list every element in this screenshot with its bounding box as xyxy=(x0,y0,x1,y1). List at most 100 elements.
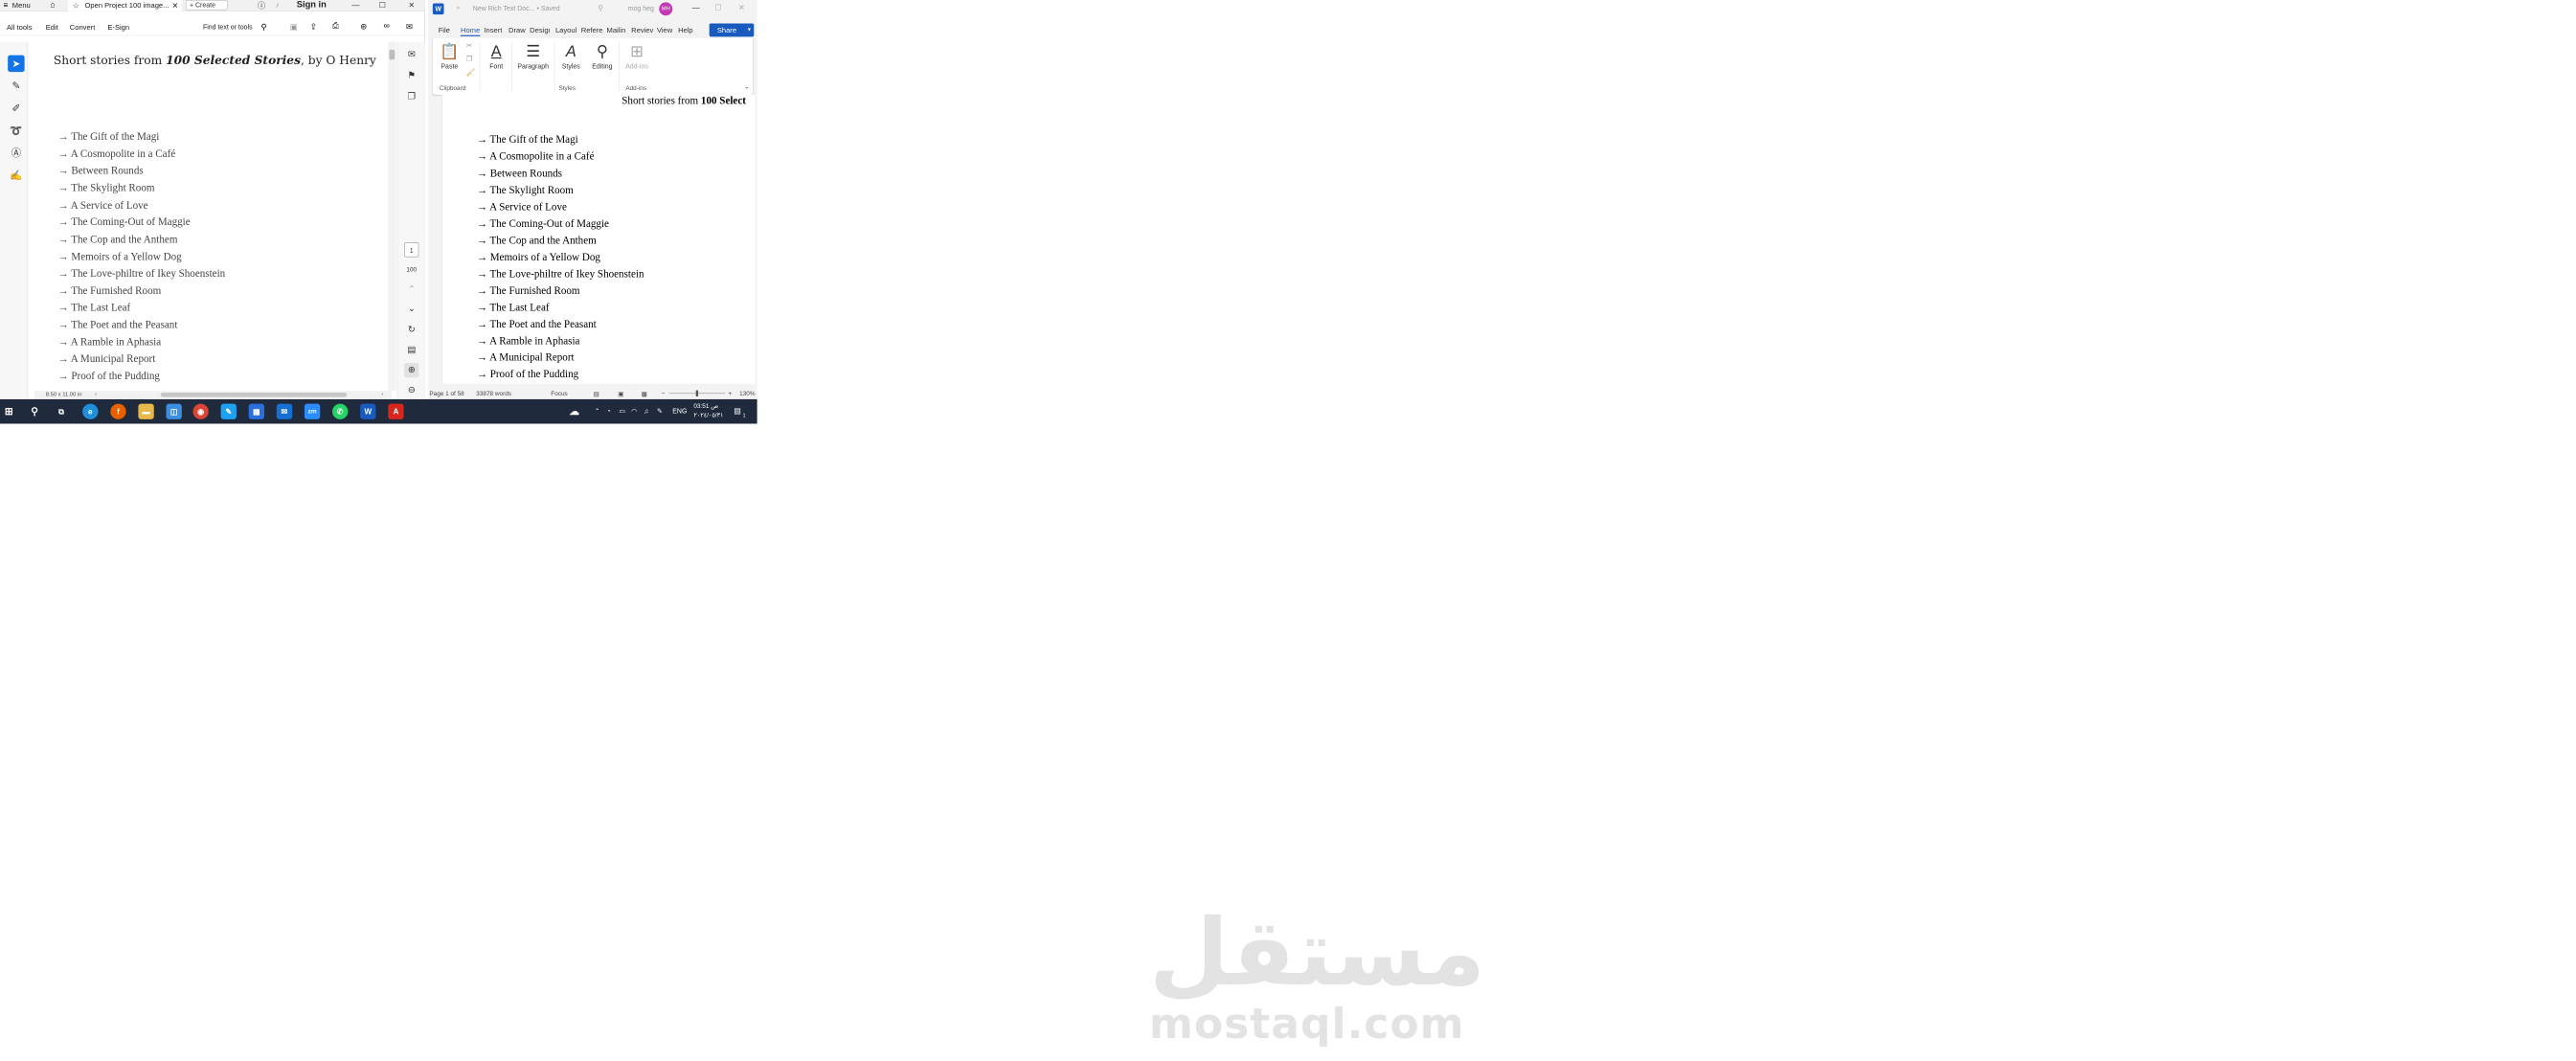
horizontal-scroll-thumb[interactable] xyxy=(160,392,348,397)
notes-app-icon[interactable]: ✎ xyxy=(220,403,237,419)
word-document-page[interactable]: Short stories from 100 Select → The Gift… xyxy=(441,94,756,384)
document-settings-icon[interactable]: ▤ xyxy=(404,343,418,357)
zoom-in-icon[interactable]: + xyxy=(728,391,732,397)
print-layout-icon[interactable]: ▣ xyxy=(618,391,623,397)
file-explorer-icon[interactable]: ▬ xyxy=(138,403,154,419)
zoom-out-icon[interactable]: ⊖ xyxy=(404,383,418,397)
pages-icon[interactable]: ❐ xyxy=(404,90,418,104)
focus-button[interactable]: Focus xyxy=(551,391,567,397)
show-hidden-icons[interactable]: ⌃ xyxy=(595,407,600,415)
menu-button[interactable]: Menu xyxy=(12,1,31,10)
pen-icon[interactable]: ✎ xyxy=(657,407,663,415)
star-icon[interactable]: ☆ xyxy=(73,0,79,11)
tab-layout[interactable]: Layoul xyxy=(555,26,576,34)
tab-insert[interactable]: Insert xyxy=(484,26,502,34)
bookmarks-icon[interactable]: ⚑ xyxy=(404,69,418,83)
chevron-down-icon[interactable]: ▾ xyxy=(748,23,751,36)
notifications-icon[interactable]: ▤ xyxy=(734,406,741,416)
hamburger-icon[interactable]: ≡ xyxy=(3,1,8,10)
comments-panel-icon[interactable]: ✉ xyxy=(404,47,418,61)
read-mode-icon[interactable]: ▤ xyxy=(594,391,599,397)
cut-icon[interactable]: ✂ xyxy=(466,41,472,50)
find-tools-field[interactable]: Find text or tools xyxy=(203,23,253,31)
add-ins-button[interactable]: ⊞ Add-ins xyxy=(622,40,651,70)
search-icon[interactable]: ⚲ xyxy=(27,404,42,419)
task-view-icon[interactable]: ⧉ xyxy=(54,404,69,419)
acrobat-app-icon[interactable]: A xyxy=(388,403,404,419)
refresh-icon[interactable]: ↻ xyxy=(404,323,418,337)
whatsapp-icon[interactable]: ✆ xyxy=(332,403,349,419)
tab-design[interactable]: Desigı xyxy=(530,26,550,34)
text-tool-icon[interactable]: Ⓐ xyxy=(8,145,24,161)
copy-icon[interactable]: ❐ xyxy=(466,55,473,63)
chrome-icon[interactable]: ◉ xyxy=(192,403,209,419)
save-icon[interactable]: ▣ xyxy=(290,22,298,32)
menu-esign[interactable]: E-Sign xyxy=(107,23,129,32)
clock-time[interactable]: 03:51 ص xyxy=(693,402,718,410)
sign-in-button[interactable]: Sign in xyxy=(297,0,327,10)
menu-all-tools[interactable]: All tools xyxy=(7,23,33,32)
calendar-app-icon[interactable]: ▦ xyxy=(248,403,265,419)
styles-button[interactable]: A Styles xyxy=(557,40,584,70)
tab-file[interactable]: File xyxy=(439,26,450,34)
tab-view[interactable]: View xyxy=(657,26,672,34)
weather-icon[interactable]: ☁ xyxy=(567,404,582,419)
zoom-out-icon[interactable]: − xyxy=(662,391,666,397)
vertical-scrollbar[interactable] xyxy=(388,41,396,392)
search-icon[interactable]: ⚲ xyxy=(261,22,267,32)
wifi-icon[interactable]: ◠ xyxy=(631,407,637,415)
language-indicator[interactable]: ENG xyxy=(672,407,687,415)
close-tab-icon[interactable]: ✕ xyxy=(172,0,179,11)
word-app-icon[interactable]: W xyxy=(360,403,376,419)
tab-help[interactable]: Help xyxy=(678,26,693,34)
menu-convert[interactable]: Convert xyxy=(70,23,96,32)
share-button[interactable]: Share ▾ xyxy=(709,23,755,37)
help-icon[interactable]: ⓘ xyxy=(258,0,265,11)
upload-icon[interactable]: ⇪ xyxy=(310,21,317,32)
create-button[interactable]: + Create xyxy=(185,0,228,11)
format-painter-icon[interactable]: 🖌 xyxy=(466,68,476,77)
tab-review[interactable]: Reviev xyxy=(631,26,653,34)
zoom-slider-thumb[interactable] xyxy=(695,390,699,397)
tab-references[interactable]: Refere xyxy=(581,26,603,34)
mail-app-icon[interactable]: ✉ xyxy=(276,403,293,419)
network-icon[interactable]: ◔ xyxy=(607,407,611,415)
zoom-level[interactable]: 130% xyxy=(739,391,755,397)
quick-access-icon[interactable]: » xyxy=(456,3,460,11)
page-down-icon[interactable]: ⌄ xyxy=(404,302,418,316)
battery-icon[interactable]: ▭ xyxy=(619,407,625,415)
tab-draw[interactable]: Draw xyxy=(508,26,526,34)
paste-button[interactable]: 📋 Paste xyxy=(438,40,463,70)
scroll-right-icon[interactable]: › xyxy=(381,391,383,396)
bell-icon[interactable]: ♪ xyxy=(276,0,280,9)
tab-mailings[interactable]: Mailin xyxy=(607,26,626,34)
store-icon[interactable]: ◫ xyxy=(166,403,182,419)
zoom-app-icon[interactable]: zm xyxy=(304,403,321,419)
comment-tool-icon[interactable]: ✎ xyxy=(8,78,24,94)
highlight-tool-icon[interactable]: ✐ xyxy=(8,100,24,116)
page-number-box[interactable]: 1 xyxy=(404,242,419,258)
edge-browser-icon[interactable]: e xyxy=(82,403,99,419)
editing-button[interactable]: ⚲ Editing xyxy=(589,40,616,70)
email-icon[interactable]: ✉ xyxy=(406,21,413,32)
minimize-icon[interactable]: — xyxy=(685,2,707,13)
scrollbar-thumb[interactable] xyxy=(389,49,395,60)
tab-home[interactable]: Home xyxy=(460,26,481,36)
windows-start-icon[interactable]: ⊞ xyxy=(1,404,16,419)
avatar[interactable]: MH xyxy=(659,2,673,16)
document-tab[interactable]: ☆ Open Project 100 image... ✕ xyxy=(68,0,182,11)
close-window-icon[interactable]: ✕ xyxy=(731,2,753,13)
paragraph-button[interactable]: ☰ Paragraph xyxy=(515,40,551,70)
scroll-left-icon[interactable]: ‹ xyxy=(95,391,97,396)
font-button[interactable]: A Font xyxy=(484,40,508,70)
search-icon[interactable]: ⚲ xyxy=(598,3,603,12)
share-icon[interactable]: ⊛ xyxy=(360,21,367,32)
select-tool-icon[interactable]: ➤ xyxy=(8,55,25,73)
page-up-icon[interactable]: ⌃ xyxy=(404,282,418,297)
volume-icon[interactable]: ♫ xyxy=(644,407,648,415)
web-layout-icon[interactable]: ▦ xyxy=(642,391,647,397)
draw-tool-icon[interactable]: ➰ xyxy=(8,123,24,139)
minimize-icon[interactable]: — xyxy=(345,0,367,11)
firefox-icon[interactable]: f xyxy=(110,403,126,419)
link-icon[interactable]: ∞ xyxy=(384,21,390,31)
